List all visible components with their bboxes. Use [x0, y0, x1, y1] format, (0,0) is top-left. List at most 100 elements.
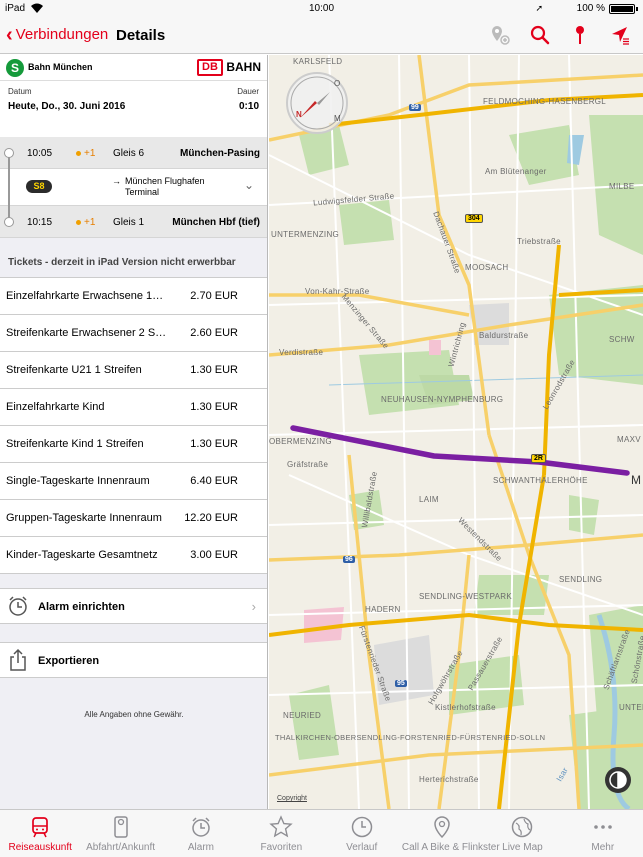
- tab-label: Mehr: [591, 842, 615, 853]
- departure-platform: Gleis 6: [113, 148, 145, 159]
- ticket-name: Single-Tageskarte Innenraum: [6, 475, 150, 487]
- departure-row[interactable]: 10:05 +1 Gleis 6 München-Pasing: [0, 137, 267, 169]
- delay-indicator-icon: [76, 151, 81, 156]
- line-destination: → München Flughafen Terminal: [112, 176, 205, 198]
- tab-label: Call A Bike & Flinkster: [401, 842, 500, 853]
- road-shield: 95: [395, 680, 407, 687]
- map-label: UNTERGIE: [619, 703, 643, 712]
- export-label: Exportieren: [38, 655, 100, 667]
- ticket-price: 6.40 EUR: [190, 475, 238, 487]
- map-label: UNTERMENZING: [271, 230, 340, 239]
- alarm-clock-icon: [192, 817, 210, 837]
- map-label: SENDLING: [559, 575, 603, 584]
- disclaimer: Alle Angaben ohne Gewähr.: [84, 710, 184, 719]
- export-button[interactable]: Exportieren: [0, 642, 267, 678]
- map-label: FELDMOCHING-HASENBERGL: [483, 97, 607, 106]
- road-shield: 96: [343, 556, 355, 563]
- arrival-platform: Gleis 1: [113, 217, 145, 228]
- battery-icon: [609, 4, 635, 14]
- ticket-row[interactable]: Kinder-Tageskarte Gesamtnetz 3.00 EUR: [0, 537, 267, 574]
- ticket-name: Streifenkarte Erwachsener 2 S…: [6, 327, 167, 339]
- pin-icon[interactable]: [569, 24, 591, 46]
- back-button[interactable]: ‹ Verbindungen: [6, 23, 108, 46]
- map-label: Herterichstraße: [419, 775, 479, 784]
- ticket-name: Kinder-Tageskarte Gesamtnetz: [6, 549, 158, 561]
- map-label: M: [631, 473, 642, 487]
- map-label: Gräfstraße: [287, 460, 329, 469]
- departure-station: München-Pasing: [179, 148, 260, 159]
- map-layer-icon: [609, 771, 627, 789]
- chevron-left-icon: ‹: [6, 23, 13, 46]
- ticket-row[interactable]: Streifenkarte Erwachsener 2 S… 2.60 EUR: [0, 315, 267, 352]
- tab-favoriten[interactable]: Favoriten: [241, 810, 321, 857]
- clock: 10:00: [308, 3, 335, 14]
- tab-alarm[interactable]: Alarm: [161, 810, 241, 857]
- chevron-down-icon[interactable]: ⌄: [244, 178, 254, 192]
- navigation-bar: ‹ Verbindungen Details: [0, 18, 643, 54]
- departure-delay: +1: [84, 148, 96, 159]
- tab-live-map[interactable]: Live Map: [482, 810, 562, 857]
- alarm-button[interactable]: Alarm einrichten ›: [0, 588, 267, 624]
- share-icon: [10, 648, 26, 671]
- ticket-row[interactable]: Streifenkarte U21 1 Streifen 1.30 EUR: [0, 352, 267, 389]
- ticket-row[interactable]: Streifenkarte Kind 1 Streifen 1.30 EUR: [0, 426, 267, 463]
- add-pin-icon[interactable]: [489, 24, 511, 46]
- ticket-row[interactable]: Gruppen-Tageskarte Innenraum 12.20 EUR: [0, 500, 267, 537]
- ticket-price: 12.20 EUR: [184, 512, 238, 524]
- status-bar: iPad 10:00 ➚ 100 %: [0, 0, 643, 18]
- train-icon: [32, 817, 49, 838]
- map-label: OBERMENZING: [269, 437, 332, 446]
- tab-mehr[interactable]: Mehr: [563, 810, 643, 857]
- tickets-heading: Tickets - derzeit in iPad Version nicht …: [8, 257, 236, 268]
- road-shield: 2R: [531, 454, 546, 463]
- map-label: Kistlerhofstraße: [435, 703, 496, 712]
- compass-button[interactable]: N O M: [286, 72, 348, 134]
- delay-indicator-icon: [76, 220, 81, 225]
- map-label: Am Blütenanger: [485, 167, 547, 176]
- ticket-price: 1.30 EUR: [190, 401, 238, 413]
- tab-reiseauskunft[interactable]: Reiseauskunft: [0, 810, 80, 857]
- search-icon[interactable]: [529, 24, 551, 46]
- map-label: SCHW: [609, 335, 635, 344]
- map-mode-button[interactable]: [605, 767, 631, 793]
- location-pin-icon: [434, 816, 450, 839]
- ticket-row[interactable]: Einzelfahrkarte Erwachsene 1… 2.70 EUR: [0, 278, 267, 315]
- arrival-row[interactable]: 10:15 +1 Gleis 1 München Hbf (tief): [0, 206, 267, 238]
- location-list-icon[interactable]: [609, 24, 631, 46]
- departure-board-icon: [113, 816, 128, 838]
- tab-verlauf[interactable]: Verlauf: [322, 810, 402, 857]
- map-view[interactable]: N O M KARLSFELD FELDMOCHING-HASENBERGL M…: [269, 55, 643, 809]
- db-logo: DB: [197, 59, 223, 76]
- more-dots-icon: [594, 825, 612, 829]
- destination-name: München Flughafen Terminal: [125, 176, 205, 197]
- tab-label: Verlauf: [346, 842, 378, 853]
- map-label: MILBE: [609, 182, 635, 191]
- arrow-right-icon: →: [112, 176, 121, 186]
- map-label: Triebstraße: [517, 237, 561, 246]
- map-label: NEURIED: [283, 711, 322, 720]
- ticket-name: Einzelfahrkarte Kind: [6, 401, 105, 413]
- arrival-time: 10:15: [27, 217, 53, 228]
- ticket-name: Gruppen-Tageskarte Innenraum: [6, 512, 162, 524]
- tab-label: Favoriten: [260, 842, 303, 853]
- ticket-price: 2.70 EUR: [190, 290, 238, 302]
- duration-value: 0:10: [238, 101, 259, 112]
- map-label: Baldurstraße: [479, 331, 529, 340]
- map-label: KARLSFELD: [293, 57, 343, 66]
- ticket-price: 2.60 EUR: [190, 327, 238, 339]
- copyright-link[interactable]: Copyright: [277, 795, 307, 802]
- tab-abfahrt-ankunft[interactable]: Abfahrt/Ankunft: [80, 810, 160, 857]
- date-value: Heute, Do., 30. Juni 2016: [8, 101, 126, 112]
- map-label: Verdistraße: [279, 348, 324, 357]
- star-icon: [269, 815, 294, 838]
- date-label: Datum: [8, 87, 32, 96]
- compass-o: O: [334, 79, 341, 88]
- ticket-row[interactable]: Single-Tageskarte Innenraum 6.40 EUR: [0, 463, 267, 500]
- tab-call-a-bike[interactable]: Call A Bike & Flinkster: [401, 810, 500, 857]
- line-row[interactable]: S8 → München Flughafen Terminal ⌄: [0, 169, 267, 206]
- alarm-clock-icon: [9, 596, 27, 616]
- tab-label: Reiseauskunft: [8, 842, 72, 853]
- ticket-row[interactable]: Einzelfahrkarte Kind 1.30 EUR: [0, 389, 267, 426]
- globe-icon: [512, 816, 533, 838]
- ticket-list: Einzelfahrkarte Erwachsene 1… 2.70 EUR St…: [0, 277, 267, 574]
